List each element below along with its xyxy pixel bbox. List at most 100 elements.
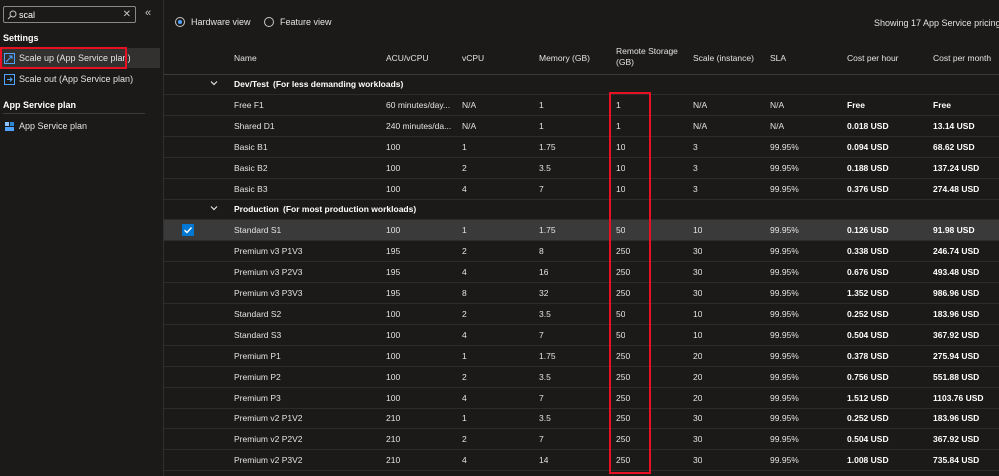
search-box[interactable]: scal ✕ [3, 6, 136, 23]
table-cell: 0.676 USD [847, 267, 889, 278]
chevron-down-icon[interactable] [210, 204, 218, 212]
table-row[interactable]: Standard S2 100 2 3.5 50 10 99.95% 0.252 USD 183… [164, 304, 999, 325]
table-row[interactable]: Basic B2 100 2 3.5 10 3 99.95% 0.188 USD 137.24 … [164, 158, 999, 179]
group-header-row[interactable]: Production (For most production workloads… [164, 199, 999, 221]
table-row[interactable]: Standard S1 100 1 1.75 50 10 99.95% 0.126 USD 91… [164, 220, 999, 242]
table-cell: 99.95% [770, 392, 799, 403]
column-header-remote-storage[interactable]: Remote Storage (GB) [616, 46, 678, 68]
row-checkbox-checked[interactable] [182, 224, 194, 237]
feature-view-radio[interactable]: Feature view [264, 17, 332, 27]
table-cell: 210 [386, 455, 401, 466]
table-cell: 4 [462, 392, 467, 403]
nav-item-scale-up[interactable]: Scale up (App Service plan) [0, 48, 160, 68]
group-header-row[interactable]: Dev/Test (For less demanding workloads) [164, 74, 999, 95]
table-cell: 2 [462, 246, 467, 257]
table-cell: 1 [462, 413, 467, 424]
table-cell: 735.84 USD [933, 455, 980, 466]
table-cell: 195 [386, 288, 401, 298]
column-header-name[interactable]: Name [234, 53, 257, 64]
table-cell: 0.338 USD [847, 246, 889, 257]
table-cell: 4 [462, 329, 467, 340]
table-cell: Premium v2 P3V2 [234, 455, 303, 466]
table-cell: 0.126 USD [847, 225, 889, 236]
table-cell: 1 [462, 141, 467, 152]
table-cell: 250 [616, 350, 631, 361]
table-cell: N/A [462, 99, 477, 110]
table-cell: 99.95% [770, 183, 799, 194]
table-row[interactable]: Basic B1 100 1 1.75 10 3 99.95% 0.094 USD 68.62 … [164, 137, 999, 158]
table-row[interactable]: Premium P3 100 4 7 250 20 99.95% 1.512 USD 1103.… [164, 388, 999, 409]
table-cell: Premium P2 [234, 371, 281, 382]
table-cell: 1.75 [539, 141, 556, 152]
table-cell: 3.5 [539, 308, 551, 319]
table-cell: 30 [693, 434, 703, 445]
table-cell: 20 [693, 350, 703, 361]
column-header-sla[interactable]: SLA [770, 53, 786, 64]
table-cell: Premium v2 P2V2 [234, 434, 303, 445]
nav-item-app-service-plan[interactable]: App Service plan [0, 116, 160, 136]
table-cell: 99.95% [770, 413, 799, 424]
table-row[interactable]: Premium v3 P3V3 195 8 32 250 30 99.95% 1.352 US… [164, 283, 999, 304]
table-row[interactable]: Premium v2 P3V2 210 4 14 250 30 99.95% 1.008 US… [164, 450, 999, 472]
table-row[interactable]: Premium v2 P2V2 210 2 7 250 30 99.95% 0.504 USD… [164, 429, 999, 451]
table-cell: Premium v2 P1V2 [234, 413, 303, 424]
table-cell: Basic B2 [234, 162, 268, 173]
hardware-view-radio[interactable]: Hardware view [175, 17, 251, 27]
table-cell: 99.95% [770, 288, 799, 298]
table-cell: 4 [462, 183, 467, 194]
table-cell: 99.95% [770, 308, 799, 319]
column-header-cost-month[interactable]: Cost per month [933, 53, 991, 64]
table-cell: 100 [386, 371, 401, 382]
table-cell: 7 [539, 329, 544, 340]
table-cell: Basic B1 [234, 141, 268, 152]
nav-label: Scale out (App Service plan) [19, 74, 134, 84]
nav-item-scale-out[interactable]: Scale out (App Service plan) [0, 69, 160, 89]
table-cell: 250 [616, 288, 631, 298]
search-input[interactable]: scal [19, 10, 35, 20]
table-cell: 100 [386, 308, 401, 319]
column-header-acu[interactable]: ACU/vCPU [386, 53, 429, 64]
table-cell: 367.92 USD [933, 329, 980, 340]
table-cell: 0.252 USD [847, 308, 889, 319]
chevron-down-icon[interactable] [210, 79, 218, 87]
clear-search-icon[interactable]: ✕ [123, 9, 131, 20]
table-cell: 986.96 USD [933, 288, 980, 298]
table-cell: 274.48 USD [933, 183, 980, 194]
column-header-scale[interactable]: Scale (instance) [693, 53, 754, 64]
group-title: Production [234, 204, 279, 215]
column-header-vcpu[interactable]: vCPU [462, 53, 484, 64]
table-cell: 3.5 [539, 162, 551, 173]
table-cell: 16 [539, 267, 549, 278]
table-cell: Standard S2 [234, 308, 282, 319]
table-row[interactable]: Standard S3 100 4 7 50 10 99.95% 0.504 USD 367.9… [164, 325, 999, 346]
section-heading-settings: Settings [3, 33, 39, 43]
column-header-cost-hour[interactable]: Cost per hour [847, 53, 899, 64]
table-row[interactable]: Basic B3 100 4 7 10 3 99.95% 0.376 USD 274.48 US… [164, 179, 999, 200]
table-cell: 14 [539, 455, 549, 466]
search-icon [7, 10, 17, 20]
table-cell: 99.95% [770, 267, 799, 278]
table-cell: 0.376 USD [847, 183, 889, 194]
collapse-sidebar-icon[interactable]: « [145, 7, 151, 19]
table-cell: 99.95% [770, 225, 799, 236]
table-row[interactable]: Premium v3 P2V3 195 4 16 250 30 99.95% 0.676 US… [164, 262, 999, 284]
table-cell: 100 [386, 350, 401, 361]
table-row[interactable]: Free F1 60 minutes/day... N/A 1 1 N/A N/A Free F… [164, 95, 999, 116]
table-row[interactable]: Premium P2 100 2 3.5 250 20 99.95% 0.756 USD 551… [164, 367, 999, 388]
table-cell: N/A [693, 120, 708, 131]
column-header-memory[interactable]: Memory (GB) [539, 53, 590, 64]
table-cell: 250 [616, 246, 631, 257]
table-cell: 30 [693, 455, 703, 466]
table-row[interactable]: Premium v3 P1V3 195 2 8 250 30 99.95% 0.338 USD… [164, 241, 999, 263]
table-cell: 183.96 USD [933, 308, 980, 319]
table-cell: 3 [693, 162, 698, 173]
table-cell: 13.14 USD [933, 120, 975, 131]
table-row[interactable]: Premium P1 100 1 1.75 250 20 99.95% 0.378 USD 27… [164, 346, 999, 367]
table-cell: 100 [386, 392, 401, 403]
table-cell: 99.95% [770, 329, 799, 340]
table-row[interactable]: Shared D1 240 minutes/da... N/A 1 1 N/A N/A 0.0… [164, 116, 999, 137]
table-cell: 30 [693, 267, 703, 278]
table-cell: 1.75 [539, 225, 556, 236]
column-header-remote-storage-line1: Remote Storage [616, 46, 678, 56]
table-row[interactable]: Premium v2 P1V2 210 1 3.5 250 30 99.95% 0.252 U… [164, 408, 999, 430]
